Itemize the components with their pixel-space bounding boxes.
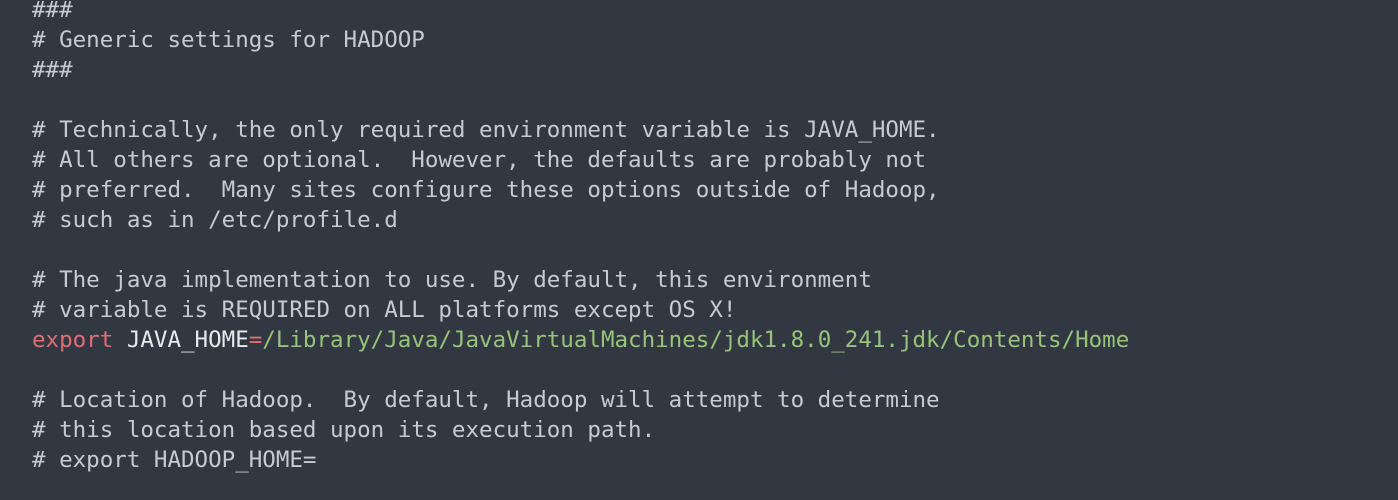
assign-operator: = bbox=[248, 327, 263, 353]
code-line-10: # The java implementation to use. By def… bbox=[32, 267, 872, 293]
code-line-9-blank bbox=[32, 235, 1398, 265]
code-line-5: # Technically, the only required environ… bbox=[32, 117, 940, 143]
code-line-15: # this location based upon its execution… bbox=[32, 417, 656, 443]
export-space bbox=[113, 327, 127, 353]
code-line-12-export: export JAVA_HOME=/Library/Java/JavaVirtu… bbox=[32, 325, 1398, 355]
code-line-14: # Location of Hadoop. By default, Hadoop… bbox=[32, 387, 940, 413]
code-line-6: # All others are optional. However, the … bbox=[32, 147, 927, 173]
code-line-4-blank bbox=[32, 85, 1398, 115]
code-line-11: # variable is REQUIRED on ALL platforms … bbox=[32, 297, 737, 323]
java-home-value: /Library/Java/JavaVirtualMachines/jdk1.8… bbox=[262, 327, 1130, 353]
code-editor[interactable]: ### # Generic settings for HADOOP ### # … bbox=[0, 0, 1398, 495]
export-keyword: export bbox=[32, 327, 114, 353]
code-line-2: # Generic settings for HADOOP bbox=[32, 27, 425, 53]
code-line-1: ### bbox=[32, 0, 73, 23]
code-line-7: # preferred. Many sites configure these … bbox=[32, 177, 940, 203]
code-line-3: ### bbox=[32, 57, 73, 83]
code-line-13-blank bbox=[32, 355, 1398, 385]
java-home-variable: JAVA_HOME bbox=[126, 327, 249, 353]
code-line-8: # such as in /etc/profile.d bbox=[32, 207, 398, 233]
code-line-16: # export HADOOP_HOME= bbox=[32, 447, 317, 473]
